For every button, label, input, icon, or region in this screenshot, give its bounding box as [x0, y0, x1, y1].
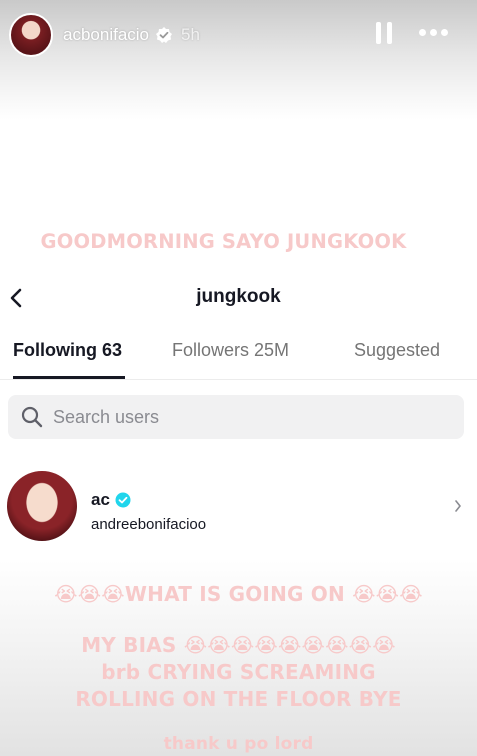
search-placeholder: Search users [53, 406, 160, 427]
active-tab-indicator [13, 376, 125, 379]
story-header: acbonifacio 5h [0, 0, 477, 70]
story-text-rolling: ROLLING ON THE FLOOR BYE [75, 687, 402, 711]
story-text-brb: brb CRYING SCREAMING [101, 660, 376, 684]
pause-icon[interactable] [376, 22, 392, 44]
crying-emoji-group: 😭😭😭😭😭😭😭😭😭 [183, 633, 396, 657]
verified-badge-icon [155, 26, 173, 44]
tab-suggested[interactable]: Suggested [354, 340, 440, 361]
list-item[interactable]: ac andreebonifacioo [0, 467, 477, 547]
my-bias-text: MY BIAS [81, 633, 177, 657]
chevron-right-icon[interactable] [453, 498, 463, 514]
tab-bar: Following 63 Followers 25M Suggested [0, 340, 477, 380]
user-name: ac [91, 490, 131, 510]
avatar[interactable] [7, 471, 77, 541]
crying-emoji-group: 😭😭😭 [352, 582, 423, 606]
tab-following[interactable]: Following 63 [13, 340, 122, 361]
story-text-thanku: thank u po lord [163, 734, 314, 754]
user-display-name: ac [91, 490, 110, 509]
user-handle: andreebonifacioo [91, 516, 207, 533]
story-text-what-going: 😭😭😭WHAT IS GOING ON 😭😭😭 [0, 582, 477, 606]
search-icon [21, 406, 43, 428]
more-options-icon[interactable] [419, 29, 448, 36]
tab-followers[interactable]: Followers 25M [172, 340, 289, 361]
story-username[interactable]: acbonifacio [63, 25, 149, 45]
crying-emoji-group: 😭😭😭 [54, 582, 125, 606]
page-title: jungkook [196, 286, 281, 307]
story-time: 5h [181, 25, 200, 44]
what-going-text: WHAT IS GOING ON [124, 582, 345, 606]
story-avatar[interactable] [9, 13, 53, 57]
verified-icon [115, 492, 131, 508]
search-input[interactable]: Search users [8, 395, 464, 439]
embedded-following-screen: jungkook Following 63 Followers 25M Sugg… [0, 262, 477, 562]
story-text-my-bias: MY BIAS 😭😭😭😭😭😭😭😭😭 [0, 633, 477, 657]
story-text-goodmorning: GOODMORNING SAYO JUNGKOOK [40, 230, 407, 253]
